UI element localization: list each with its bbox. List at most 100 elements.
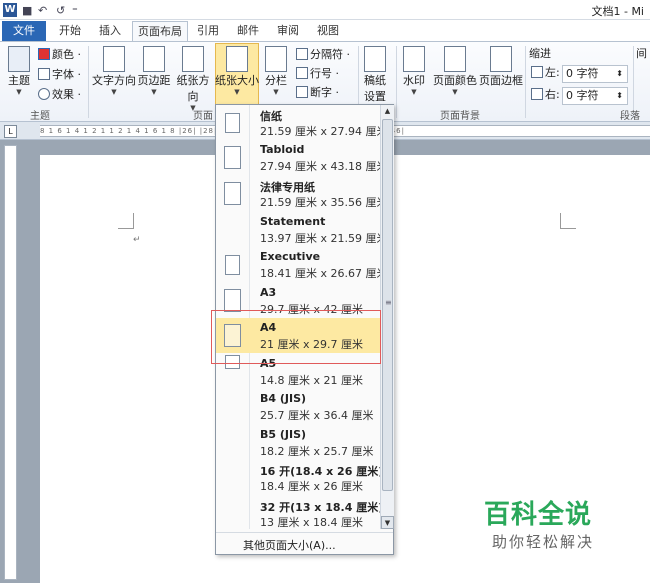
highlight-annotation-box [211, 310, 381, 364]
page-icon [224, 182, 241, 205]
vertical-ruler[interactable] [4, 145, 17, 580]
size-label: 纸张大小 [215, 74, 259, 87]
orientation-button[interactable]: 纸张方向 ▼ [172, 46, 214, 113]
indent-left-input[interactable]: 0 字符 ⬍ [562, 65, 628, 83]
paper-size-b5-jis[interactable]: B5 (JIS) 18.2 厘米 x 25.7 厘米 [216, 425, 380, 460]
paper-size-name: 法律专用纸 [260, 181, 315, 194]
columns-icon [265, 46, 287, 72]
group-separator [396, 46, 397, 118]
tab-mailings[interactable]: 邮件 [230, 21, 266, 41]
paper-size-statement[interactable]: Statement 13.97 厘米 x 21.59 厘米 [216, 212, 380, 247]
line-numbers-label: 行号 [310, 67, 332, 80]
indent-left-label: 左: [531, 64, 560, 81]
page-borders-icon [490, 46, 512, 72]
indent-right-label: 右: [531, 86, 560, 103]
theme-colors-button[interactable]: 颜色 · [38, 46, 81, 63]
scroll-down-icon[interactable]: ▼ [381, 516, 394, 529]
paper-size-name: A3 [260, 286, 277, 299]
draft-paper-label: 稿纸设置 [364, 74, 386, 103]
tab-references[interactable]: 引用 [192, 21, 224, 41]
paper-size-letter[interactable]: 信纸 21.59 厘米 x 27.94 厘米 [216, 105, 380, 140]
page-borders-button[interactable]: 页面边框 [478, 46, 524, 88]
crop-mark-top-left [118, 213, 134, 229]
watermark-title: 百科全说 [484, 500, 593, 530]
columns-button[interactable]: 分栏 ▼ [262, 46, 290, 97]
save-icon[interactable]: ■ [22, 4, 32, 17]
line-numbers-button[interactable]: 行号 · [296, 65, 339, 82]
hyphenation-icon [296, 86, 308, 98]
chevron-down-icon: ▼ [411, 88, 417, 96]
indent-right-input[interactable]: 0 字符 ⬍ [562, 87, 628, 105]
spinner-icon[interactable]: ⬍ [616, 66, 623, 82]
paragraph-mark: ↵ [133, 235, 141, 245]
themes-button[interactable]: 主题 ▼ [4, 46, 34, 97]
columns-label: 分栏 [265, 74, 287, 87]
indent-left-value: 0 字符 [566, 67, 599, 80]
word-app-icon[interactable]: W [3, 3, 17, 17]
scroll-thumb[interactable]: ≡ [382, 119, 393, 491]
text-direction-button[interactable]: 文字方向 ▼ [92, 46, 136, 97]
theme-colors-label: 颜色 [52, 48, 74, 61]
hyphenation-button[interactable]: 断字 · [296, 84, 339, 101]
ribbon-tabs: 文件 开始 插入 页面布局 引用 邮件 审阅 视图 [0, 20, 650, 41]
watermark-button[interactable]: 水印 ▼ [400, 46, 428, 97]
themes-label: 主题 [8, 74, 30, 87]
tab-review[interactable]: 审阅 [270, 21, 306, 41]
effects-icon [38, 88, 50, 100]
title-bar: W ■ ↶ ↺ ⁼ 文档1 - Mi [0, 0, 650, 20]
tab-home[interactable]: 开始 [52, 21, 88, 41]
paper-size-dims: 18.41 厘米 x 26.67 厘米 [260, 267, 380, 280]
paper-size-name: 16 开(18.4 x 26 厘米) [260, 465, 380, 478]
dropdown-scrollbar[interactable]: ▲ ≡ ▼ [380, 105, 394, 529]
paper-size-32k[interactable]: 32 开(13 x 18.4 厘米) 13 厘米 x 18.4 厘米 [216, 496, 380, 529]
page-color-button[interactable]: 页面颜色 ▼ [432, 46, 478, 97]
tab-page-layout[interactable]: 页面布局 [132, 21, 188, 41]
page-color-icon [444, 46, 466, 72]
breaks-icon [296, 48, 308, 60]
chevron-down-icon: ▼ [151, 88, 157, 96]
paper-size-name: B4 (JIS) [260, 392, 307, 405]
chevron-down-icon: ▼ [452, 88, 458, 96]
draft-paper-button[interactable]: 稿纸设置 [362, 46, 388, 104]
orientation-label: 纸张方向 [176, 74, 210, 103]
text-direction-label: 文字方向 [92, 74, 136, 87]
theme-effects-button[interactable]: 效果 · [38, 86, 81, 103]
paper-size-legal[interactable]: 法律专用纸 21.59 厘米 x 35.56 厘米 [216, 176, 380, 211]
paper-size-dims: 18.2 厘米 x 25.7 厘米 [260, 445, 374, 458]
breaks-button[interactable]: 分隔符 · [296, 46, 350, 63]
page-borders-label: 页面边框 [479, 74, 523, 87]
paper-size-dims: 27.94 厘米 x 43.18 厘米 [260, 160, 380, 173]
orientation-icon [182, 46, 204, 72]
theme-fonts-label: 字体 [52, 68, 74, 81]
chevron-down-icon: ▼ [16, 88, 22, 96]
watermark-subtitle: 助你轻松解决 [492, 533, 595, 551]
tab-stop-selector[interactable]: L [4, 125, 17, 138]
size-button[interactable]: 纸张大小 ▼ [215, 46, 259, 97]
page-color-label: 页面颜色 [433, 74, 477, 87]
paper-size-dims: 21.59 厘米 x 35.56 厘米 [260, 196, 380, 209]
margins-button[interactable]: 页边距 ▼ [137, 46, 171, 97]
theme-fonts-button[interactable]: 字体 · [38, 66, 81, 83]
scroll-up-icon[interactable]: ▲ [381, 105, 394, 118]
indent-right-icon [531, 88, 543, 100]
theme-effects-label: 效果 [52, 88, 74, 101]
paper-size-icon [226, 46, 248, 72]
paper-size-name: Statement [260, 215, 326, 228]
tab-view[interactable]: 视图 [310, 21, 346, 41]
customize-toolbar-icon[interactable]: ⁼ [72, 4, 78, 17]
paper-size-16k[interactable]: 16 开(18.4 x 26 厘米) 18.4 厘米 x 26 厘米 [216, 460, 380, 495]
tab-file[interactable]: 文件 [2, 21, 46, 41]
more-paper-sizes[interactable]: 其他页面大小(A)... [216, 532, 393, 554]
paper-size-b4-jis[interactable]: B4 (JIS) 25.7 厘米 x 36.4 厘米 [216, 389, 380, 424]
fonts-icon [38, 68, 50, 80]
undo-icon[interactable]: ↶ [38, 4, 47, 17]
tab-insert[interactable]: 插入 [92, 21, 128, 41]
redo-icon[interactable]: ↺ [56, 4, 65, 17]
page-icon [225, 113, 240, 133]
chevron-down-icon: ▼ [273, 88, 279, 96]
paper-size-dims: 18.4 厘米 x 26 厘米 [260, 480, 363, 493]
indent-right-text: 右: [545, 88, 560, 101]
paper-size-tabloid[interactable]: Tabloid 27.94 厘米 x 43.18 厘米 [216, 140, 380, 175]
spinner-icon[interactable]: ⬍ [616, 88, 623, 104]
paper-size-executive[interactable]: Executive 18.41 厘米 x 26.67 厘米 [216, 247, 380, 282]
